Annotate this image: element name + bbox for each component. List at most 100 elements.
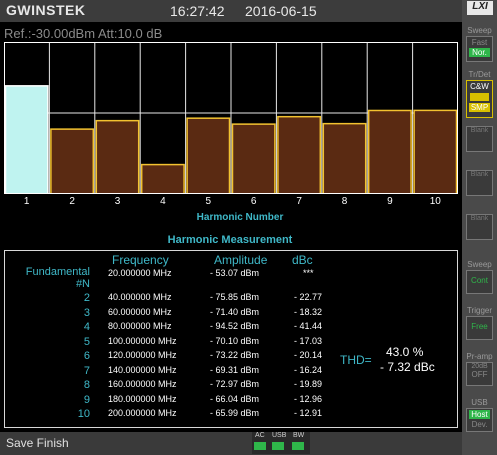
harmonic-number: 4 — [83, 321, 90, 333]
thd-percent: 43.0 % — [386, 345, 424, 359]
col-header-frequency: Frequency — [112, 253, 169, 267]
blank2-label: Blank — [470, 171, 489, 178]
harmonic-frequency: 120.000000 MHz — [108, 350, 177, 360]
harmonic-number: 6 — [83, 350, 90, 362]
harmonic-amplitude: - 73.22 dBm — [210, 350, 260, 360]
trdet-cw: C&W — [470, 82, 489, 91]
bw-icon — [292, 442, 304, 450]
harmonic-frequency: 200.000000 MHz — [108, 408, 177, 418]
save-status: Save Finish — [6, 436, 69, 450]
sweep-fast: Fast — [471, 38, 488, 47]
preamp-softkey[interactable]: 20dB OFF — [466, 362, 493, 386]
x-axis-ticks: 1 2 3 4 5 6 7 8 9 10 — [4, 196, 458, 210]
thd-dbc: - 7.32 dBc — [380, 360, 435, 374]
harmonic-amplitude: - 69.31 dBm — [210, 364, 260, 375]
x-tick-label: 1 — [23, 196, 30, 207]
harmonic-number: 3 — [83, 306, 90, 319]
usb-label: USB — [272, 432, 287, 439]
usb-device: Dev. — [471, 420, 488, 429]
harmonic-bar — [186, 117, 231, 194]
harmonic-bar — [231, 123, 276, 194]
fundamental-amplitude: - 53.07 dBm — [210, 268, 260, 278]
harmonic-bar — [277, 115, 322, 194]
trigger-value: Free — [471, 322, 488, 331]
harmonic-frequency: 180.000000 MHz — [108, 393, 177, 404]
harmonic-frequency: 100.000000 MHz — [108, 335, 177, 346]
harmonic-dbc: - 12.91 — [294, 408, 323, 418]
trdet-softkey[interactable]: C&W SMP — [466, 80, 493, 118]
x-tick-label: 6 — [250, 196, 257, 207]
blank-softkey-2[interactable]: Blank — [466, 170, 493, 196]
sweep-softkey[interactable]: Fast Nor. — [466, 36, 493, 62]
fundamental-frequency: 20.000000 MHz — [108, 268, 172, 278]
sweep-label: Sweep — [467, 26, 492, 35]
sweep-cont-softkey[interactable]: Cont — [466, 270, 493, 294]
trigger-label: Trigger — [466, 306, 493, 315]
harmonic-dbc: - 22.77 — [294, 292, 323, 302]
date: 2016-06-15 — [245, 3, 317, 19]
clock: 16:27:42 — [170, 3, 225, 19]
harmonic-dbc: - 12.96 — [294, 393, 323, 404]
x-tick-label: 2 — [69, 196, 75, 207]
preamp-gain: 20dB — [471, 363, 488, 370]
harmonic-bar — [140, 163, 185, 194]
reference-level: Ref.:-30.00dBm Att:10.0 dB — [4, 26, 163, 41]
harmonic-frequency: 140.000000 MHz — [108, 364, 177, 375]
blank-softkey-3[interactable]: Blank — [466, 214, 493, 240]
fundamental-bar — [4, 85, 49, 194]
harmonic-frequency: 60.000000 MHz — [108, 306, 172, 317]
harmonic-bar — [413, 109, 458, 194]
harmonic-dbc: - 41.44 — [294, 321, 323, 331]
sweep2-label: Sweep — [467, 260, 492, 269]
lxi-logo: LXI — [467, 1, 493, 15]
harmonic-frequency: 160.000000 MHz — [108, 379, 177, 389]
x-tick-label: 9 — [387, 196, 393, 207]
blank-softkey-1[interactable]: Blank — [466, 126, 493, 152]
trdet-label: Tr/Det — [468, 70, 491, 79]
harmonic-bar — [322, 122, 367, 194]
measurement-title: Harmonic Measurement — [167, 234, 293, 246]
harmonic-bar — [367, 109, 412, 194]
usb-host: Host — [469, 410, 490, 419]
bw-label: BW — [293, 432, 305, 439]
harmonic-number: 7 — [83, 364, 90, 377]
harmonic-amplitude: - 94.52 dBm — [210, 321, 260, 331]
harmonic-dbc: - 19.89 — [294, 379, 323, 389]
harmonic-dbc: - 20.14 — [294, 350, 323, 360]
fundamental-dbc: *** — [303, 268, 314, 278]
harmonic-frequency: 80.000000 MHz — [108, 321, 172, 331]
trigger-softkey[interactable]: Free — [466, 316, 493, 340]
harmonic-amplitude: - 72.97 dBm — [210, 379, 260, 389]
usb-icon — [272, 442, 284, 450]
fundamental-label: Fundamental — [25, 266, 90, 278]
harmonic-amplitude: - 65.99 dBm — [210, 408, 260, 418]
harmonic-number: 2 — [83, 292, 90, 304]
x-tick-label: 3 — [114, 196, 121, 207]
col-header-unit: dBc — [292, 253, 313, 267]
x-tick-label: 4 — [160, 196, 166, 207]
blank3-label: Blank — [470, 215, 489, 222]
n-label: #N — [75, 278, 90, 290]
x-tick-label: 5 — [205, 196, 212, 207]
harmonic-bar-chart — [4, 42, 458, 194]
ac-icon — [254, 442, 266, 450]
harmonic-number: 9 — [83, 393, 90, 406]
sweep-normal: Nor. — [469, 48, 490, 57]
x-axis-label: Harmonic Number — [196, 212, 284, 223]
trdet-bar — [470, 93, 489, 101]
harmonic-number: 5 — [83, 335, 90, 348]
harmonic-dbc: - 16.24 — [294, 364, 323, 375]
col-header-amplitude: Amplitude — [214, 253, 268, 267]
harmonic-number: 10 — [77, 408, 90, 420]
harmonic-amplitude: - 75.85 dBm — [210, 292, 260, 302]
harmonic-amplitude: - 66.04 dBm — [210, 393, 260, 404]
harmonic-bar — [95, 119, 140, 194]
x-tick-label: 10 — [429, 196, 441, 207]
preamp-label: Pr-amp — [466, 352, 493, 361]
bottom-bar — [0, 432, 462, 455]
thd-label: THD= — [340, 353, 372, 367]
harmonic-dbc: - 17.03 — [294, 335, 323, 346]
brand-logo: GWINSTEK — [6, 2, 86, 18]
harmonic-amplitude: - 70.10 dBm — [210, 335, 260, 346]
usb-mode-softkey[interactable]: Host Dev. — [466, 408, 493, 432]
